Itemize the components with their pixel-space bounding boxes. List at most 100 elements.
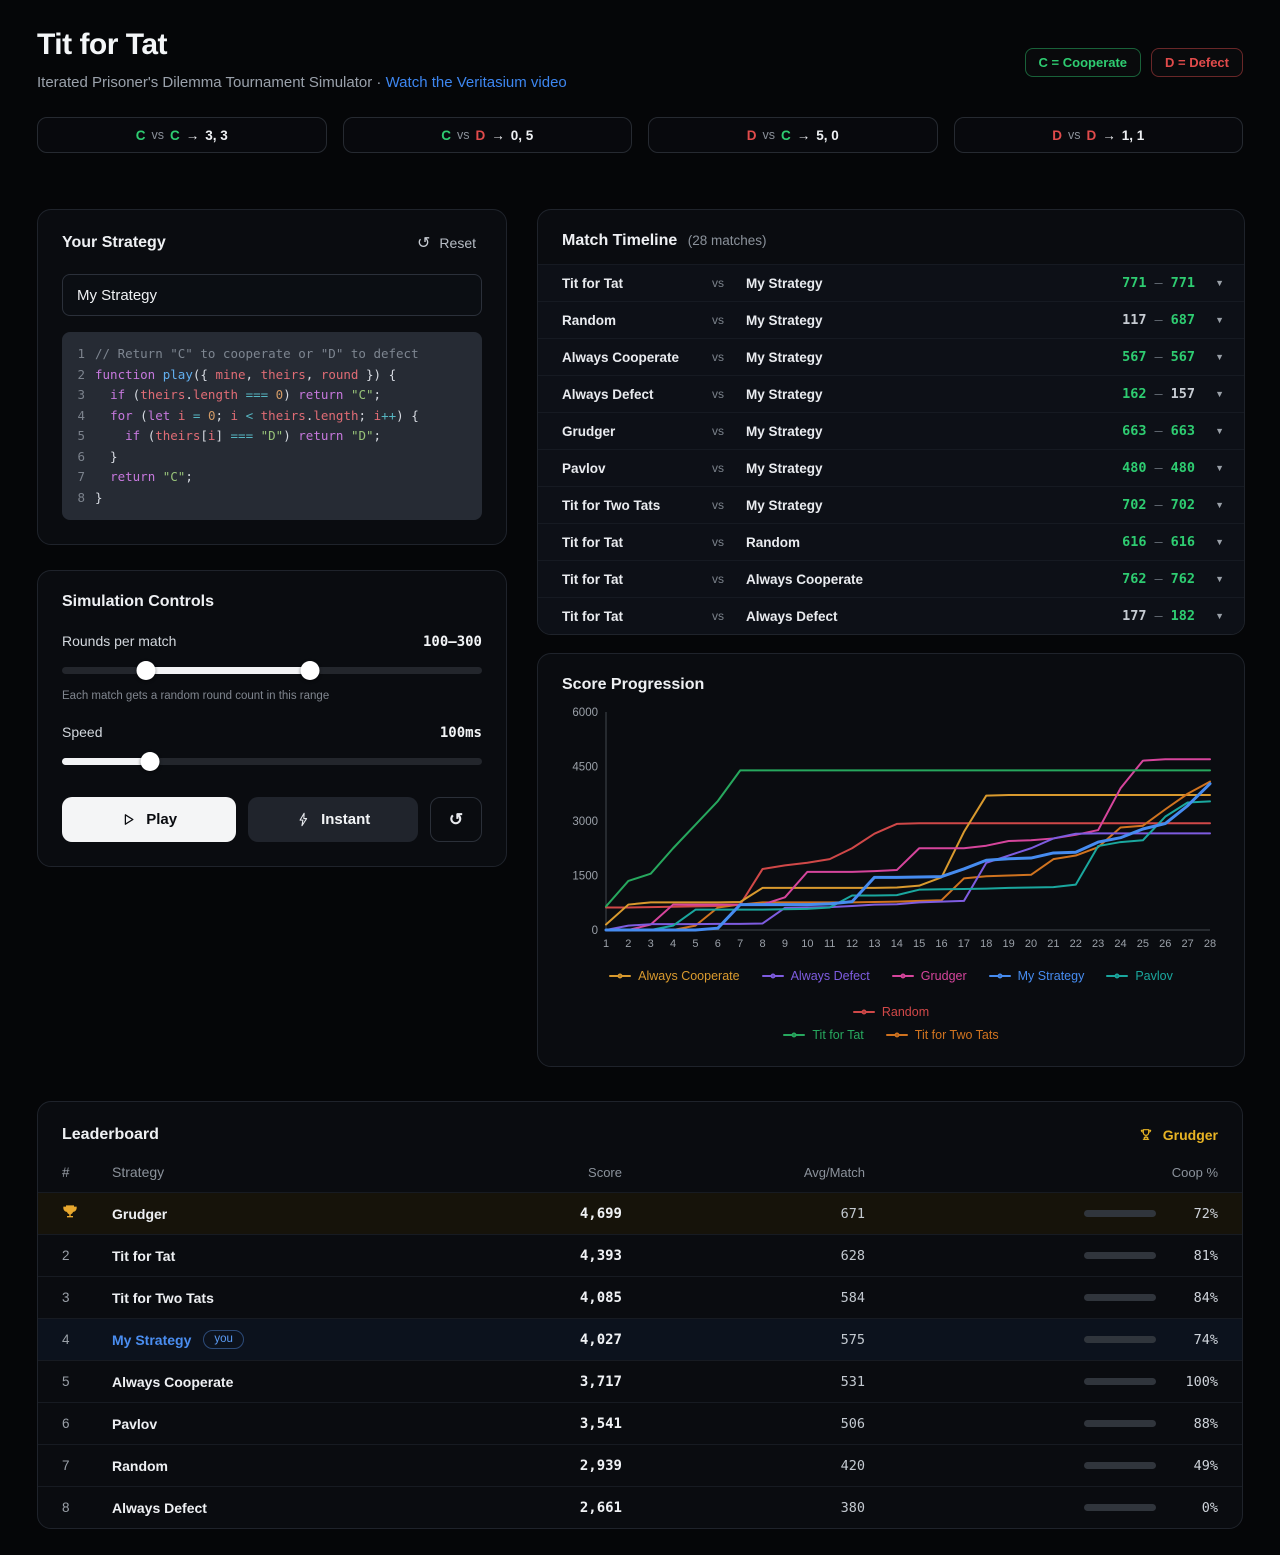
match-row[interactable]: Tit for Two TatsvsMy Strategy702–702▼: [538, 486, 1244, 523]
chevron-down-icon[interactable]: ▼: [1212, 426, 1224, 436]
veritasium-video-link[interactable]: Watch the Veritasium video: [386, 74, 567, 91]
line-number: 4: [72, 406, 85, 427]
match-row[interactable]: PavlovvsMy Strategy480–480▼: [538, 449, 1244, 486]
chevron-down-icon[interactable]: ▼: [1212, 315, 1224, 325]
score-b: 567: [1171, 349, 1195, 365]
series-line-always-defect: [606, 833, 1210, 930]
chevron-down-icon[interactable]: ▼: [1212, 537, 1224, 547]
chevron-down-icon[interactable]: ▼: [1212, 463, 1224, 473]
match-strategy-a: Tit for Tat: [562, 276, 712, 291]
play-button[interactable]: Play: [62, 797, 236, 842]
simulation-controls-title: Simulation Controls: [62, 593, 482, 611]
rounds-slider-handle-min[interactable]: [137, 661, 156, 680]
chevron-down-icon[interactable]: ▼: [1212, 352, 1224, 362]
chevron-down-icon[interactable]: ▼: [1212, 389, 1224, 399]
svg-text:8: 8: [760, 938, 766, 950]
score-cell: 3,541: [502, 1416, 622, 1432]
chevron-down-icon[interactable]: ▼: [1212, 500, 1224, 510]
speed-slider-fill: [62, 758, 150, 765]
match-row[interactable]: Always DefectvsMy Strategy162–157▼: [538, 375, 1244, 412]
rounds-slider-handle-max[interactable]: [300, 661, 319, 680]
payoff-arrow-icon: →: [797, 128, 811, 143]
match-row[interactable]: Tit for TatvsAlways Cooperate762–762▼: [538, 560, 1244, 597]
strategy-code-editor[interactable]: 1// Return "C" to cooperate or "D" to de…: [62, 332, 482, 520]
simulation-reset-button[interactable]: ↺: [430, 797, 482, 842]
leaderboard-row: 8Always Defect2,6613800%: [38, 1486, 1242, 1528]
svg-text:4: 4: [670, 938, 676, 950]
svg-text:7: 7: [737, 938, 743, 950]
match-score: 162–157: [1122, 386, 1195, 402]
match-strategy-a: Pavlov: [562, 461, 712, 476]
payoff-arrow-icon: →: [491, 128, 505, 143]
svg-text:27: 27: [1182, 938, 1194, 950]
legend-label: My Strategy: [1018, 969, 1085, 983]
speed-slider[interactable]: [62, 752, 482, 771]
match-row[interactable]: Tit for TatvsAlways Defect177–182▼: [538, 597, 1244, 634]
rank-cell: 4: [62, 1332, 112, 1347]
legend-item-random[interactable]: Random: [853, 1005, 929, 1019]
legend-label: Tit for Tat: [812, 1028, 863, 1042]
speed-value: 100ms: [440, 725, 482, 741]
legend-item-my-strategy[interactable]: My Strategy: [989, 969, 1085, 983]
svg-text:2: 2: [625, 938, 631, 950]
chevron-down-icon[interactable]: ▼: [1212, 278, 1224, 288]
strategy-reset-button[interactable]: ↺ Reset: [411, 232, 482, 254]
coop-cell: 49%: [865, 1458, 1218, 1474]
score-dash: –: [1154, 386, 1162, 402]
legend-badges: C = Cooperate D = Defect: [1025, 48, 1243, 77]
col-score: Score: [502, 1165, 622, 1180]
legend-item-tit-for-tat[interactable]: Tit for Tat: [783, 1028, 863, 1042]
speed-slider-handle[interactable]: [141, 752, 160, 771]
match-strategy-b: My Strategy: [746, 387, 1122, 402]
payoff-vs-label: vs: [457, 128, 470, 142]
legend-label: Always Cooperate: [638, 969, 739, 983]
match-row[interactable]: Tit for TatvsRandom616–616▼: [538, 523, 1244, 560]
strategy-name-input[interactable]: [62, 274, 482, 316]
match-strategy-b: Always Defect: [746, 609, 1122, 624]
leaderboard-row: 5Always Cooperate3,717531100%: [38, 1360, 1242, 1402]
match-score: 762–762: [1122, 571, 1195, 587]
leaderboard-rows: Grudger4,69967172%2Tit for Tat4,39362881…: [38, 1192, 1242, 1528]
match-strategy-b: My Strategy: [746, 424, 1122, 439]
svg-text:11: 11: [824, 938, 835, 950]
avg-cell: 506: [622, 1416, 865, 1432]
svg-text:13: 13: [868, 938, 880, 950]
payoff-letter-b: C: [170, 128, 180, 143]
svg-text:23: 23: [1092, 938, 1104, 950]
match-row[interactable]: Tit for TatvsMy Strategy771–771▼: [538, 264, 1244, 301]
code-line: 7 return "C";: [72, 467, 470, 488]
score-b: 182: [1171, 608, 1195, 624]
legend-marker-icon: [1106, 975, 1128, 977]
strategy-name: Pavlov: [112, 1416, 157, 1432]
svg-text:19: 19: [1003, 938, 1015, 950]
score-a: 567: [1122, 349, 1146, 365]
your-strategy-title: Your Strategy: [62, 234, 166, 252]
chevron-down-icon[interactable]: ▼: [1212, 574, 1224, 584]
match-strategy-a: Grudger: [562, 424, 712, 439]
series-line-my-strategy: [606, 784, 1210, 930]
score-b: 762: [1171, 571, 1195, 587]
svg-text:17: 17: [958, 938, 970, 950]
match-row[interactable]: RandomvsMy Strategy117–687▼: [538, 301, 1244, 338]
chevron-down-icon[interactable]: ▼: [1212, 611, 1224, 621]
instant-button[interactable]: Instant: [248, 797, 418, 842]
legend-item-pavlov[interactable]: Pavlov: [1106, 969, 1173, 983]
match-row[interactable]: GrudgervsMy Strategy663–663▼: [538, 412, 1244, 449]
match-row[interactable]: Always CooperatevsMy Strategy567–567▼: [538, 338, 1244, 375]
payoff-letter-a: C: [441, 128, 451, 143]
rounds-range-slider[interactable]: [62, 661, 482, 680]
score-a: 663: [1122, 423, 1146, 439]
rounds-value: 100–300: [423, 634, 482, 650]
score-dash: –: [1154, 423, 1162, 439]
strategy-cell: Pavlov: [112, 1416, 502, 1432]
legend-item-grudger[interactable]: Grudger: [892, 969, 967, 983]
svg-text:22: 22: [1070, 938, 1082, 950]
match-strategy-b: My Strategy: [746, 498, 1122, 513]
legend-marker-icon: [783, 1034, 805, 1036]
strategy-name: Tit for Tat: [112, 1248, 175, 1264]
legend-item-tit-for-two-tats[interactable]: Tit for Two Tats: [886, 1028, 999, 1042]
vs-label: vs: [712, 276, 746, 290]
legend-item-always-cooperate[interactable]: Always Cooperate: [609, 969, 739, 983]
legend-item-always-defect[interactable]: Always Defect: [762, 969, 870, 983]
svg-text:28: 28: [1204, 938, 1216, 950]
